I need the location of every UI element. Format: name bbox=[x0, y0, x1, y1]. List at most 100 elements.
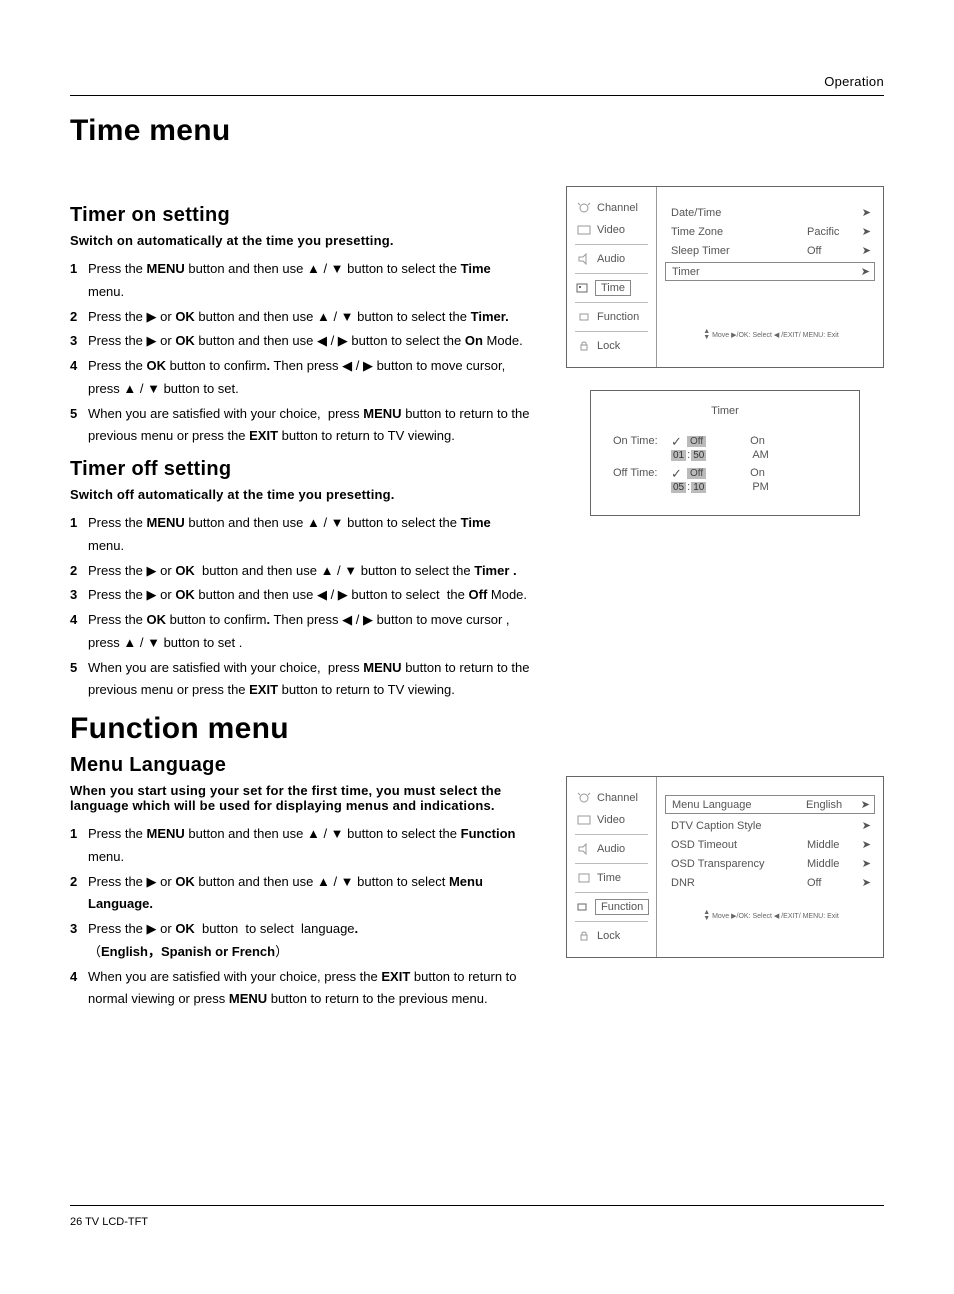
step: 3Press the ▶ or OK button and then use ◀… bbox=[70, 330, 530, 353]
page-footer: 26 TV LCD-TFT bbox=[70, 1205, 884, 1228]
osd-row: Date/Time ➤ bbox=[671, 203, 871, 222]
off-hour: 05 bbox=[671, 482, 686, 493]
time-icon bbox=[577, 872, 591, 884]
osd-row: DNROff➤ bbox=[671, 873, 871, 892]
check-icon: ✓ bbox=[671, 436, 687, 447]
step: 3Press the ▶ or OK button to select lang… bbox=[70, 918, 530, 964]
osd-row: OSD TimeoutMiddle➤ bbox=[671, 835, 871, 854]
off-min: 10 bbox=[691, 482, 706, 493]
cat-time: Time bbox=[597, 872, 621, 884]
chevron-right-icon: ➤ bbox=[857, 876, 871, 889]
chevron-right-icon: ➤ bbox=[857, 819, 871, 832]
intro-timer-on: Switch on automatically at the time you … bbox=[70, 233, 530, 248]
page-category: Operation bbox=[70, 74, 884, 89]
step: 5When you are satisfied with your choice… bbox=[70, 657, 530, 703]
osd-main-panel: Date/Time➤Time ZonePacific➤Sleep TimerOf… bbox=[657, 187, 883, 367]
osd-row-label: DTV Caption Style bbox=[671, 820, 807, 832]
osd-time-menu: Channel Video Audio Time Function Lock D… bbox=[566, 186, 884, 368]
heading-menu-language: Menu Language bbox=[70, 754, 530, 777]
cat-time-selected: Time bbox=[595, 280, 631, 296]
osd-row-label: Time Zone bbox=[671, 226, 807, 238]
chevron-right-icon: ➤ bbox=[857, 244, 871, 257]
cat-audio: Audio bbox=[597, 843, 625, 855]
on-ampm: AM bbox=[752, 449, 769, 461]
steps-timer-off: 1Press the MENU button and then use ▲ / … bbox=[70, 512, 530, 702]
cat-lock: Lock bbox=[597, 340, 620, 352]
step: 1Press the MENU button and then use ▲ / … bbox=[70, 512, 530, 558]
header-rule bbox=[70, 95, 884, 96]
step: 3Press the ▶ or OK button and then use ◀… bbox=[70, 584, 530, 607]
off-state: On bbox=[750, 467, 765, 479]
channel-icon bbox=[577, 792, 591, 804]
osd-row: DTV Caption Style ➤ bbox=[671, 816, 871, 835]
off-ampm: PM bbox=[752, 481, 769, 493]
cat-function: Function bbox=[597, 311, 639, 323]
page-title-function: Function menu bbox=[70, 712, 530, 746]
on-off-chip: Off bbox=[687, 436, 706, 447]
cat-channel: Channel bbox=[597, 792, 638, 804]
osd-row-value: Middle bbox=[807, 839, 857, 851]
intro-menu-language: When you start using your set for the fi… bbox=[70, 783, 530, 813]
osd-main-panel: Menu LanguageEnglish➤DTV Caption Style➤O… bbox=[657, 777, 883, 957]
left-column: Timer on setting Switch on automatically… bbox=[70, 196, 530, 1021]
osd-row-value: English bbox=[806, 799, 856, 811]
audio-icon bbox=[577, 843, 591, 855]
step: 5When you are satisfied with your choice… bbox=[70, 403, 530, 449]
on-hour: 01 bbox=[671, 450, 686, 461]
time-icon bbox=[575, 282, 589, 294]
step: 4When you are satisfied with your choice… bbox=[70, 966, 530, 1012]
osd-row-value: Off bbox=[807, 245, 857, 257]
osd-hint: ▲▼ Move ▶/OK: Select ◀ /EXIT/ MENU: Exit bbox=[671, 910, 871, 922]
cat-video: Video bbox=[597, 814, 625, 826]
osd-row-label: Sleep Timer bbox=[671, 245, 807, 257]
osd-sidebar: Channel Video Audio Time Function Lock bbox=[567, 777, 657, 957]
step: 1Press the MENU button and then use ▲ / … bbox=[70, 823, 530, 869]
function-icon bbox=[575, 901, 589, 913]
cat-audio: Audio bbox=[597, 253, 625, 265]
osd-row: Sleep TimerOff➤ bbox=[671, 241, 871, 260]
chevron-right-icon: ➤ bbox=[856, 798, 870, 811]
osd-row-value: Pacific bbox=[807, 226, 857, 238]
chevron-right-icon: ➤ bbox=[857, 225, 871, 238]
osd-row-label: OSD Timeout bbox=[671, 839, 807, 851]
intro-timer-off: Switch off automatically at the time you… bbox=[70, 487, 530, 502]
step: 2Press the ▶ or OK button and then use ▲… bbox=[70, 871, 530, 917]
osd-timer-subpanel: Timer On Time: ✓ Off On 01:50 AM Off Tim… bbox=[590, 390, 860, 516]
osd-hint: ▲▼ Move ▶/OK: Select ◀ /EXIT/ MENU: Exit bbox=[671, 329, 871, 341]
osd-row-value: Middle bbox=[807, 858, 857, 870]
osd-row-label: Date/Time bbox=[671, 207, 807, 219]
step: 1Press the MENU button and then use ▲ / … bbox=[70, 258, 530, 304]
step: 2Press the ▶ or OK button and then use ▲… bbox=[70, 560, 530, 583]
chevron-right-icon: ➤ bbox=[857, 857, 871, 870]
osd-row-label: DNR bbox=[671, 877, 807, 889]
heading-timer-on: Timer on setting bbox=[70, 204, 530, 227]
step: 2Press the ▶ or OK button and then use ▲… bbox=[70, 306, 530, 329]
lock-icon bbox=[577, 340, 591, 352]
chevron-right-icon: ➤ bbox=[857, 838, 871, 851]
osd-row: Menu LanguageEnglish➤ bbox=[665, 795, 875, 814]
osd-function-menu: Channel Video Audio Time Function Lock M… bbox=[566, 776, 884, 958]
osd-row-label: Timer bbox=[672, 266, 806, 278]
cat-video: Video bbox=[597, 224, 625, 236]
timer-title: Timer bbox=[613, 405, 837, 417]
step: 4Press the OK button to confirm. Then pr… bbox=[70, 609, 530, 655]
heading-timer-off: Timer off setting bbox=[70, 458, 530, 481]
osd-row: Time ZonePacific➤ bbox=[671, 222, 871, 241]
osd-row-value: Off bbox=[807, 877, 857, 889]
on-state: On bbox=[750, 435, 765, 447]
steps-menu-language: 1Press the MENU button and then use ▲ / … bbox=[70, 823, 530, 1011]
function-icon bbox=[577, 311, 591, 323]
osd-row: Timer➤ bbox=[665, 262, 875, 281]
chevron-right-icon: ➤ bbox=[857, 206, 871, 219]
cat-function-selected: Function bbox=[595, 899, 649, 915]
osd-row: OSD TransparencyMiddle➤ bbox=[671, 854, 871, 873]
on-time-label: On Time: bbox=[613, 435, 671, 447]
audio-icon bbox=[577, 253, 591, 265]
video-icon bbox=[577, 814, 591, 826]
right-column: Channel Video Audio Time Function Lock D… bbox=[566, 196, 884, 1021]
step: 4Press the OK button to confirm. Then pr… bbox=[70, 355, 530, 401]
page-title-time: Time menu bbox=[70, 114, 884, 148]
lock-icon bbox=[577, 930, 591, 942]
off-off-chip: Off bbox=[687, 468, 706, 479]
channel-icon bbox=[577, 202, 591, 214]
